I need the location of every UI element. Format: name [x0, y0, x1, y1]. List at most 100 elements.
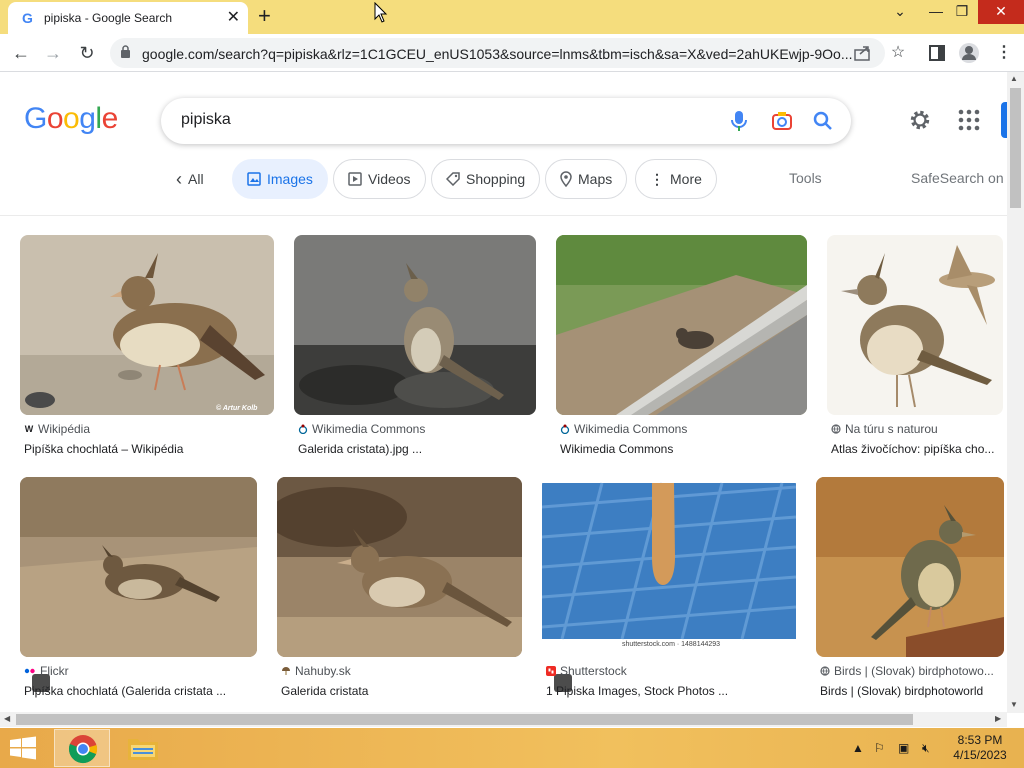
result-thumbnail[interactable] [556, 235, 807, 415]
tab-all-label: All [188, 171, 204, 187]
result-source[interactable]: Wikimedia Commons [298, 422, 425, 436]
google-logo[interactable]: Google [24, 102, 118, 136]
settings-gear-icon[interactable] [907, 107, 933, 133]
network-icon[interactable]: ▣ [898, 741, 909, 755]
result-source-label: Wikimedia Commons [574, 422, 688, 436]
windows-start-icon[interactable] [8, 736, 38, 760]
chrome-icon [68, 735, 98, 764]
wikimedia-icon [560, 424, 570, 434]
tab-search-chevron-icon[interactable]: ⌄ [882, 0, 918, 24]
taskbar-file-explorer-button[interactable] [116, 729, 172, 767]
result-title[interactable]: Galerida cristata [281, 684, 522, 698]
result-thumbnail[interactable] [277, 477, 522, 657]
flickr-icon [24, 668, 35, 674]
logo-letter-e: e [101, 102, 119, 135]
image-result[interactable]: Na túru s naturou Atlas živočíchov: pipí… [827, 235, 1003, 460]
globe-icon [831, 424, 841, 434]
result-source[interactable]: W Wikipédia [24, 422, 90, 436]
new-tab-button[interactable]: + [258, 3, 271, 29]
safesearch-button[interactable]: SafeSearch on [911, 170, 1004, 186]
result-title[interactable]: 1 Pipiska Images, Stock Photos ... [546, 684, 796, 698]
horizontal-scrollbar-thumb[interactable] [16, 714, 913, 725]
side-panel-icon[interactable] [928, 44, 946, 62]
map-pin-icon [560, 171, 572, 187]
action-center-flag-icon[interactable]: ⚐ [874, 741, 885, 755]
image-result[interactable]: Wikimedia Commons Galerida cristata).jpg… [294, 235, 536, 460]
tab-more-label: More [670, 171, 702, 187]
tab-videos[interactable]: Videos [333, 159, 426, 199]
system-clock[interactable]: 8:53 PM 4/15/2023 [950, 733, 1010, 763]
wikimedia-icon [298, 424, 308, 434]
result-title[interactable]: Galerida cristata).jpg ... [298, 442, 536, 456]
result-title[interactable]: Pipíška chochlatá – Wikipédia [24, 442, 274, 456]
image-result[interactable]: Nahuby.sk Galerida cristata [277, 477, 522, 702]
result-thumbnail[interactable] [294, 235, 536, 415]
result-source[interactable]: Birds | (Slovak) birdphotowo... [820, 664, 994, 678]
image-watermark: © Artur Kolb [216, 405, 258, 412]
close-tab-icon[interactable]: ✕ [227, 7, 240, 27]
image-result[interactable]: © Artur Kolb W Wikipédia Pipíška chochla… [20, 235, 274, 460]
search-box[interactable]: pipiska [161, 98, 851, 144]
browser-menu-icon[interactable]: ⋮ [992, 41, 1016, 65]
tab-images[interactable]: Images [232, 159, 328, 199]
lock-icon [121, 45, 130, 58]
tools-button[interactable]: Tools [789, 170, 822, 186]
tab-shopping[interactable]: Shopping [431, 159, 541, 199]
result-title[interactable]: Pipíška chochlatá (Galerida cristata ... [24, 684, 257, 698]
browser-tab[interactable]: G pipiska - Google Search ✕ [8, 2, 248, 34]
image-result[interactable]: Wikimedia Commons Wikimedia Commons [556, 235, 807, 460]
apps-grid-icon[interactable] [957, 108, 981, 132]
back-arrow-icon[interactable]: ← [8, 40, 34, 66]
result-source[interactable]: Flickr [24, 664, 69, 678]
volume-muted-icon[interactable]: 🔇︎ [922, 741, 930, 756]
address-bar[interactable]: google.com/search?q=pipiska&rlz=1C1GCEU_… [110, 38, 885, 68]
result-thumbnail[interactable] [827, 235, 1003, 415]
result-title[interactable]: Atlas živočíchov: pipíška cho... [831, 442, 1003, 456]
scroll-right-arrow-icon[interactable]: ▶ [995, 714, 1001, 723]
search-input[interactable]: pipiska [181, 111, 231, 129]
restore-button[interactable]: ❐ [944, 0, 980, 24]
logo-letter-g2: g [79, 102, 96, 135]
result-source-label: Nahuby.sk [295, 664, 351, 678]
tab-more[interactable]: ⋮ More [635, 159, 717, 199]
result-source[interactable]: Wikimedia Commons [560, 422, 687, 436]
scroll-left-arrow-icon[interactable]: ◀ [4, 714, 10, 723]
result-thumbnail[interactable] [816, 477, 1004, 657]
tab-videos-label: Videos [368, 171, 411, 187]
forward-arrow-icon[interactable]: → [40, 40, 66, 66]
tag-icon [446, 172, 460, 186]
vertical-scrollbar-thumb[interactable] [1010, 88, 1021, 208]
search-icon[interactable] [812, 110, 834, 132]
profile-avatar-icon[interactable] [958, 42, 980, 64]
tab-shopping-label: Shopping [466, 171, 526, 187]
camera-lens-icon[interactable] [771, 110, 793, 132]
tab-all[interactable]: ‹ All [170, 159, 210, 199]
scroll-down-arrow-icon[interactable]: ▼ [1010, 700, 1018, 709]
result-source[interactable]: Na túru s naturou [831, 422, 938, 436]
tab-maps[interactable]: Maps [545, 159, 628, 199]
result-thumbnail[interactable] [20, 235, 274, 415]
result-thumbnail[interactable] [20, 477, 257, 657]
scroll-up-arrow-icon[interactable]: ▲ [1010, 74, 1018, 83]
chevron-left-icon: ‹ [176, 168, 182, 189]
reload-icon[interactable]: ↻ [74, 40, 100, 66]
tray-overflow-icon[interactable]: ▲ [852, 741, 864, 755]
result-title[interactable]: Wikimedia Commons [560, 442, 807, 456]
image-result[interactable]: Flickr Pipíška chochlatá (Galerida crist… [20, 477, 257, 702]
more-vert-icon: ⋮ [650, 170, 664, 187]
image-result[interactable]: shutterstock.com · 1488144293 Shuttersto… [542, 477, 796, 702]
result-thumbnail[interactable] [542, 477, 796, 657]
result-source[interactable]: Nahuby.sk [281, 664, 351, 678]
window-close-button[interactable]: ✕ [978, 0, 1024, 24]
taskbar-chrome-button[interactable] [54, 729, 110, 767]
browser-toolbar: ← → ↻ google.com/search?q=pipiska&rlz=1C… [0, 34, 1024, 72]
result-title[interactable]: Birds | (Slovak) birdphotoworld [820, 684, 1004, 698]
image-result[interactable]: Birds | (Slovak) birdphotowo... Birds | … [816, 477, 1004, 702]
result-source[interactable]: Shutterstock [546, 664, 627, 678]
video-icon [348, 172, 362, 186]
clock-time: 8:53 PM [957, 733, 1003, 747]
bookmark-star-icon[interactable]: ☆ [886, 41, 910, 65]
result-source-label: Na túru s naturou [845, 422, 938, 436]
microphone-icon[interactable] [731, 110, 747, 132]
share-icon[interactable] [854, 45, 872, 61]
